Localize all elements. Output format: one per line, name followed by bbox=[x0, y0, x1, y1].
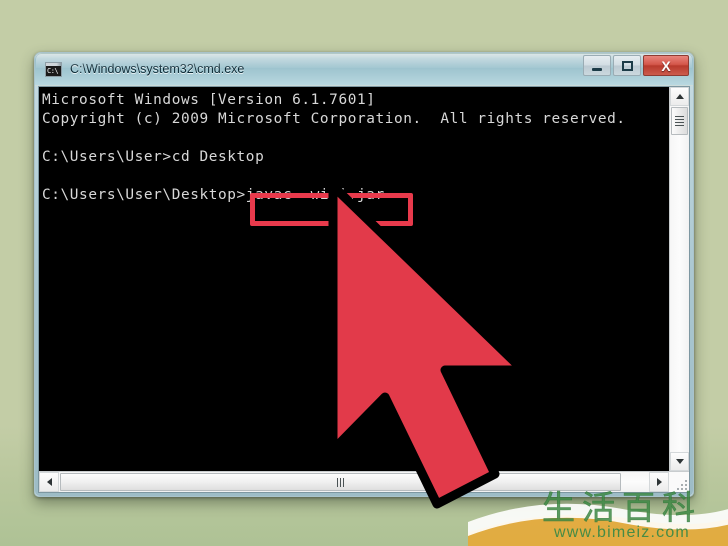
scroll-left-button[interactable] bbox=[39, 472, 59, 492]
console-line-active: C:\Users\User\Desktop>javac -wiki.jar bbox=[42, 187, 385, 203]
thumb-grip-line bbox=[675, 119, 684, 120]
scroll-left-arrow-icon bbox=[46, 478, 52, 486]
thumb-grip-line bbox=[675, 116, 684, 117]
window-controls[interactable]: X bbox=[583, 54, 689, 77]
thumb-grip-line bbox=[340, 477, 341, 487]
horizontal-scrollbar[interactable] bbox=[39, 471, 689, 492]
vertical-scrollbar[interactable] bbox=[669, 87, 689, 471]
console-area: Microsoft Windows [Version 6.1.7601] Cop… bbox=[38, 86, 690, 493]
window-title: C:\Windows\system32\cmd.exe bbox=[70, 62, 245, 76]
horizontal-scroll-thumb[interactable] bbox=[60, 473, 621, 491]
minimize-icon bbox=[592, 67, 602, 71]
scroll-up-button[interactable] bbox=[670, 87, 689, 106]
scroll-up-arrow-icon bbox=[675, 94, 684, 99]
cmd-icon-prompt: C:\ bbox=[47, 66, 59, 75]
thumb-grip-line bbox=[337, 477, 338, 487]
window-titlebar[interactable]: C:\ C:\Windows\system32\cmd.exe X bbox=[35, 53, 693, 86]
scroll-right-arrow-icon bbox=[656, 478, 662, 486]
console-line: Microsoft Windows [Version 6.1.7601] bbox=[42, 92, 376, 108]
scroll-right-button[interactable] bbox=[649, 472, 669, 492]
vertical-scroll-track[interactable] bbox=[670, 106, 689, 452]
scroll-down-button[interactable] bbox=[670, 452, 689, 471]
cmd-console-icon: C:\ bbox=[45, 61, 62, 77]
scroll-down-arrow-icon bbox=[675, 459, 684, 464]
window-frame: C:\ C:\Windows\system32\cmd.exe X Micros… bbox=[35, 53, 693, 496]
maximize-button[interactable] bbox=[613, 55, 641, 76]
console-inner-frame: Microsoft Windows [Version 6.1.7601] Cop… bbox=[38, 86, 690, 493]
console-screen[interactable]: Microsoft Windows [Version 6.1.7601] Cop… bbox=[39, 87, 669, 471]
console-line: C:\Users\User>cd Desktop bbox=[42, 149, 265, 165]
close-icon: X bbox=[661, 57, 671, 74]
cmd-window[interactable]: C:\ C:\Windows\system32\cmd.exe X Micros… bbox=[34, 52, 694, 497]
minimize-button[interactable] bbox=[583, 55, 611, 76]
close-button[interactable]: X bbox=[643, 55, 689, 76]
window-resize-grip[interactable] bbox=[670, 473, 688, 491]
thumb-grip-line bbox=[675, 125, 684, 126]
thumb-grip-line bbox=[675, 122, 684, 123]
cmd-icon-titlebar bbox=[46, 62, 61, 66]
horizontal-scroll-track[interactable] bbox=[59, 472, 649, 492]
console-line: Copyright (c) 2009 Microsoft Corporation… bbox=[42, 111, 626, 127]
vertical-scroll-thumb[interactable] bbox=[671, 107, 688, 135]
thumb-grip-line bbox=[343, 477, 344, 487]
maximize-icon bbox=[621, 60, 633, 71]
